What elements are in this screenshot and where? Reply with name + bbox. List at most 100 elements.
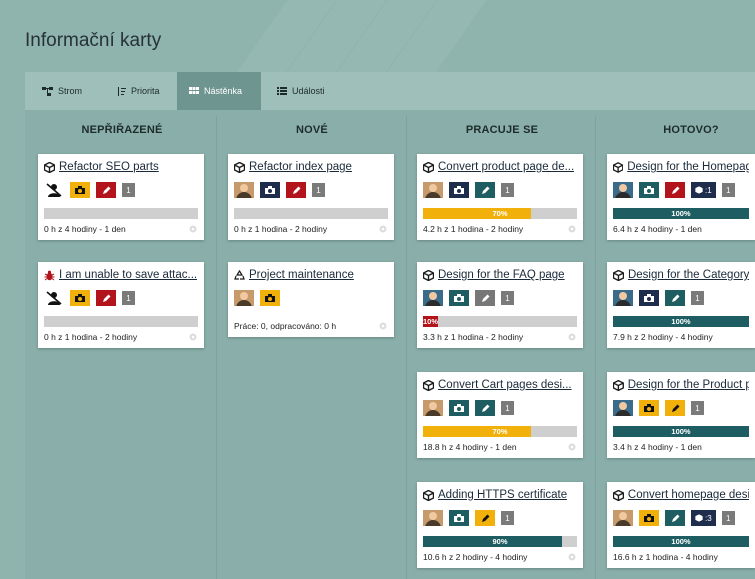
avatar[interactable]	[613, 182, 633, 198]
avatar[interactable]	[423, 182, 443, 198]
count-badge: 1	[501, 291, 514, 305]
camera-icon[interactable]	[70, 182, 90, 198]
task-title-link[interactable]: Convert homepage desi	[628, 488, 749, 502]
avatar[interactable]	[423, 400, 443, 416]
gear-icon[interactable]	[567, 552, 577, 562]
time-estimate: 3.3 h z 1 hodina - 2 hodiny	[423, 332, 524, 342]
page-title: Informační karty	[25, 30, 162, 51]
task-card[interactable]: Convert product page de... 1 70% 4.2 h z…	[417, 154, 583, 240]
pencil-icon[interactable]	[96, 182, 116, 198]
progress-label: 100%	[671, 537, 691, 546]
camera-icon[interactable]	[639, 182, 659, 198]
task-card[interactable]: Project maintenance Práce: 0, odpracován…	[228, 262, 394, 337]
camera-icon[interactable]	[260, 290, 280, 306]
camera-icon[interactable]	[70, 290, 90, 306]
camera-icon[interactable]	[639, 400, 659, 416]
task-card[interactable]: Refactor index page 1 0 h z 1 hodina - 2…	[228, 154, 394, 240]
camera-icon[interactable]	[639, 510, 659, 526]
subtasks-badge[interactable]: :3	[691, 510, 716, 526]
camera-icon[interactable]	[639, 290, 659, 306]
column-separator	[406, 116, 407, 579]
sort-icon	[118, 86, 126, 96]
avatar[interactable]	[234, 290, 254, 306]
camera-icon[interactable]	[449, 182, 469, 198]
pencil-icon[interactable]	[96, 290, 116, 306]
avatar[interactable]	[613, 290, 633, 306]
pencil-icon[interactable]	[475, 290, 495, 306]
pencil-icon[interactable]	[665, 182, 685, 198]
task-card[interactable]: Design for the Homepage :1 1 100% 6.4 h …	[607, 154, 755, 240]
avatar[interactable]	[613, 400, 633, 416]
progress-label: 70%	[492, 427, 508, 436]
avatar[interactable]	[613, 510, 633, 526]
task-title-link[interactable]: Adding HTTPS certificate	[438, 488, 567, 502]
view-tabs: Strom Priorita Nástěnka Události	[25, 72, 755, 110]
camera-icon[interactable]	[260, 182, 280, 198]
unassigned-user-icon	[44, 182, 64, 198]
gear-icon[interactable]	[188, 332, 198, 342]
task-card[interactable]: Convert homepage desi :3 1 100% 16.6 h z…	[607, 482, 755, 568]
pencil-icon[interactable]	[475, 400, 495, 416]
avatar[interactable]	[234, 182, 254, 198]
progress-label: 90%	[492, 537, 508, 546]
task-title-link[interactable]: Refactor SEO parts	[59, 160, 159, 174]
time-estimate: 4.2 h z 1 hodina - 2 hodiny	[423, 224, 524, 234]
task-title-link[interactable]: Refactor index page	[249, 160, 352, 174]
task-card[interactable]: I am unable to save attac... 1 0 h z 1 h…	[38, 262, 204, 348]
time-estimate: 0 h z 1 hodina - 2 hodiny	[234, 224, 328, 234]
time-estimate: 0 h z 4 hodiny - 1 den	[44, 224, 126, 234]
camera-icon[interactable]	[449, 400, 469, 416]
pencil-icon[interactable]	[286, 182, 306, 198]
count-badge: 1	[501, 183, 514, 197]
tab-priorita[interactable]: Priorita	[105, 72, 175, 110]
task-card[interactable]: Design for the FAQ page 1 10% 3.3 h z 1 …	[417, 262, 583, 348]
gear-icon[interactable]	[567, 332, 577, 342]
column-header-unassigned: NEPŘIŘAZENÉ	[81, 124, 163, 136]
progress-bar	[234, 208, 388, 219]
column-header-in-progress: PRACUJE SE	[465, 124, 539, 136]
progress-bar: 100%	[613, 316, 749, 327]
task-title-link[interactable]: Project maintenance	[249, 268, 354, 282]
gear-icon[interactable]	[378, 224, 388, 234]
tab-nastenka[interactable]: Nástěnka	[177, 72, 261, 110]
grid-icon	[189, 87, 199, 94]
progress-label: 10%	[423, 317, 439, 326]
task-title-link[interactable]: Convert product page de...	[438, 160, 574, 174]
pencil-icon[interactable]	[665, 400, 685, 416]
task-title-link[interactable]: Design for the Product p	[628, 378, 749, 392]
gear-icon[interactable]	[567, 224, 577, 234]
task-card[interactable]: Design for the Product p 1 100% 3.4 h z …	[607, 372, 755, 458]
task-card[interactable]: Convert Cart pages desi... 1 70% 18.8 h …	[417, 372, 583, 458]
time-estimate: 18.8 h z 4 hodiny - 1 den	[423, 442, 517, 452]
task-card[interactable]: Refactor SEO parts 1 0 h z 4 hodiny - 1 …	[38, 154, 204, 240]
box-icon	[44, 161, 55, 173]
progress-bar: 10%	[423, 316, 577, 327]
gear-icon[interactable]	[188, 224, 198, 234]
pencil-icon[interactable]	[475, 510, 495, 526]
box-icon	[423, 161, 434, 173]
box-icon	[423, 269, 434, 281]
task-title-link[interactable]: Design for the FAQ page	[438, 268, 565, 282]
column-separator	[595, 116, 596, 579]
task-card[interactable]: Design for the Category 1 100% 7.9 h z 2…	[607, 262, 755, 348]
avatar[interactable]	[423, 290, 443, 306]
camera-icon[interactable]	[449, 290, 469, 306]
progress-bar: 100%	[613, 536, 749, 547]
task-title-link[interactable]: Design for the Category	[628, 268, 749, 282]
task-title-link[interactable]: Convert Cart pages desi...	[438, 378, 572, 392]
gear-icon[interactable]	[378, 321, 388, 331]
gear-icon[interactable]	[567, 442, 577, 452]
camera-icon[interactable]	[449, 510, 469, 526]
count-badge: 1	[501, 511, 514, 525]
progress-bar: 100%	[613, 208, 749, 219]
subtasks-badge[interactable]: :1	[691, 182, 716, 198]
pencil-icon[interactable]	[665, 510, 685, 526]
tab-udalosti[interactable]: Události	[265, 72, 345, 110]
avatar[interactable]	[423, 510, 443, 526]
pencil-icon[interactable]	[475, 182, 495, 198]
pencil-icon[interactable]	[665, 290, 685, 306]
tab-strom[interactable]: Strom	[30, 72, 100, 110]
task-title-link[interactable]: Design for the Homepage	[627, 160, 749, 174]
task-title-link[interactable]: I am unable to save attac...	[59, 268, 197, 282]
task-card[interactable]: Adding HTTPS certificate 1 90% 10.6 h z …	[417, 482, 583, 568]
